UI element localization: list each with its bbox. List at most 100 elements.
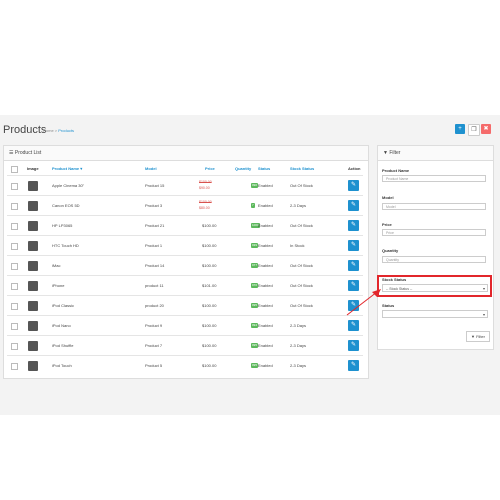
pencil-icon: ✎ <box>350 182 357 188</box>
product-status: Enabled <box>258 323 273 328</box>
col-status[interactable]: Status <box>258 166 270 171</box>
product-model: product 20 <box>145 303 164 308</box>
price-old: $100.00 <box>199 200 212 204</box>
product-model: Product 7 <box>145 343 163 348</box>
product-name-input[interactable]: Product Name <box>382 175 486 182</box>
product-model: Product 9 <box>145 323 163 328</box>
table-row: iPod Classic product 20 $100.00 995 Enab… <box>7 295 363 316</box>
product-thumbnail <box>28 181 38 191</box>
col-price[interactable]: Price <box>205 166 215 171</box>
product-status: Enabled <box>258 283 273 288</box>
chevron-down-icon: ▾ <box>482 312 485 317</box>
copy-button[interactable]: ❐ <box>468 124 480 136</box>
row-checkbox[interactable] <box>11 223 18 230</box>
product-thumbnail <box>28 221 38 231</box>
edit-button[interactable]: ✎ <box>348 200 359 211</box>
quantity-badge: 977 <box>251 263 259 268</box>
row-checkbox[interactable] <box>11 263 18 270</box>
price: $100.00 <box>202 363 217 368</box>
product-thumbnail <box>28 281 38 291</box>
edit-button[interactable]: ✎ <box>348 320 359 331</box>
product-thumbnail <box>28 341 38 351</box>
select-all-checkbox[interactable] <box>11 166 18 173</box>
stock-status: 2-3 Days <box>290 203 307 208</box>
edit-button[interactable]: ✎ <box>348 340 359 351</box>
product-model: Product 3 <box>145 203 163 208</box>
price: $101.00 <box>202 283 217 288</box>
col-model[interactable]: Model <box>145 166 157 171</box>
list-icon: ☰ <box>9 150 14 156</box>
col-product-name[interactable]: Product Name ▾ <box>52 166 82 171</box>
product-name: HP LP3065 <box>52 223 73 228</box>
quantity-label: Quantity <box>382 248 399 253</box>
stock-status: Out Of Stock <box>290 183 313 188</box>
row-checkbox[interactable] <box>11 203 18 210</box>
row-checkbox[interactable] <box>11 183 18 190</box>
model-label: Model <box>382 195 394 200</box>
product-name: iPod Nano <box>52 323 71 328</box>
add-button[interactable]: + <box>455 124 465 134</box>
product-thumbnail <box>28 321 38 331</box>
row-checkbox[interactable] <box>11 343 18 350</box>
col-action: Action <box>348 166 361 171</box>
table-row: iPod Touch Product 5 $100.00 995 Enabled… <box>7 355 363 376</box>
stock-status: Out Of Stock <box>290 283 313 288</box>
edit-button[interactable]: ✎ <box>348 260 359 271</box>
pencil-icon: ✎ <box>350 342 357 348</box>
row-checkbox[interactable] <box>11 243 18 250</box>
product-status: Enabled <box>258 343 273 348</box>
product-name: HTC Touch HD <box>52 243 79 248</box>
edit-button[interactable]: ✎ <box>348 180 359 191</box>
row-checkbox[interactable] <box>11 363 18 370</box>
status-label: Status <box>382 303 395 308</box>
pencil-icon: ✎ <box>350 242 357 248</box>
product-status: Enabled <box>258 203 273 208</box>
pencil-icon: ✎ <box>350 202 357 208</box>
col-stock-status[interactable]: Stock Status <box>290 166 314 171</box>
product-model: product 11 <box>145 283 164 288</box>
product-name: iPod Touch <box>52 363 72 368</box>
price-special: $90.00 <box>199 186 210 190</box>
price-old: $100.00 <box>199 180 212 184</box>
product-status: Enabled <box>258 363 273 368</box>
price: $100.00 <box>202 323 217 328</box>
product-name: Apple Cinema 30" <box>52 183 85 188</box>
filter-button[interactable]: ▼ Filter <box>466 331 490 342</box>
table-row: iMac Product 14 $100.00 977 Enabled Out … <box>7 255 363 276</box>
plus-icon: + <box>458 126 462 132</box>
filter-title: Filter <box>389 150 401 156</box>
row-checkbox[interactable] <box>11 283 18 290</box>
table-row: HP LP3065 Product 21 $100.00 1000 Enable… <box>7 215 363 236</box>
quantity-badge: 970 <box>251 283 259 288</box>
product-status: Enabled <box>258 263 273 268</box>
copy-icon: ❐ <box>471 127 477 133</box>
row-checkbox[interactable] <box>11 323 18 330</box>
pencil-icon: ✎ <box>350 262 357 268</box>
price: $100.00 <box>202 303 217 308</box>
quantity-input[interactable]: Quantity <box>382 256 486 263</box>
page-title: Products <box>3 124 47 136</box>
price-label: Price <box>382 222 392 227</box>
edit-button[interactable]: ✎ <box>348 240 359 251</box>
quantity-badge: 995 <box>251 303 259 308</box>
stock-status: Out Of Stock <box>290 263 313 268</box>
product-model: Product 15 <box>145 183 165 188</box>
product-model: Product 21 <box>145 223 165 228</box>
breadcrumb: Home > Products <box>43 128 74 133</box>
table-row: HTC Touch HD Product 1 $100.00 939 Enabl… <box>7 235 363 256</box>
model-input[interactable]: Model <box>382 203 486 210</box>
breadcrumb-products[interactable]: Products <box>58 128 74 133</box>
product-name: Canon EOS 5D <box>52 203 80 208</box>
table-row: Apple Cinema 30" Product 15 $100.00 $90.… <box>7 175 363 196</box>
product-name: iPod Classic <box>52 303 75 308</box>
stock-status: In Stock <box>290 243 305 248</box>
edit-button[interactable]: ✎ <box>348 220 359 231</box>
edit-button[interactable]: ✎ <box>348 360 359 371</box>
breadcrumb-home[interactable]: Home <box>43 128 54 133</box>
delete-button[interactable]: ✖ <box>481 124 491 134</box>
price-input[interactable]: Price <box>382 229 486 236</box>
col-quantity[interactable]: Quantity <box>235 166 251 171</box>
status-select[interactable]: ▾ <box>382 310 488 318</box>
product-model: Product 1 <box>145 243 163 248</box>
row-checkbox[interactable] <box>11 303 18 310</box>
